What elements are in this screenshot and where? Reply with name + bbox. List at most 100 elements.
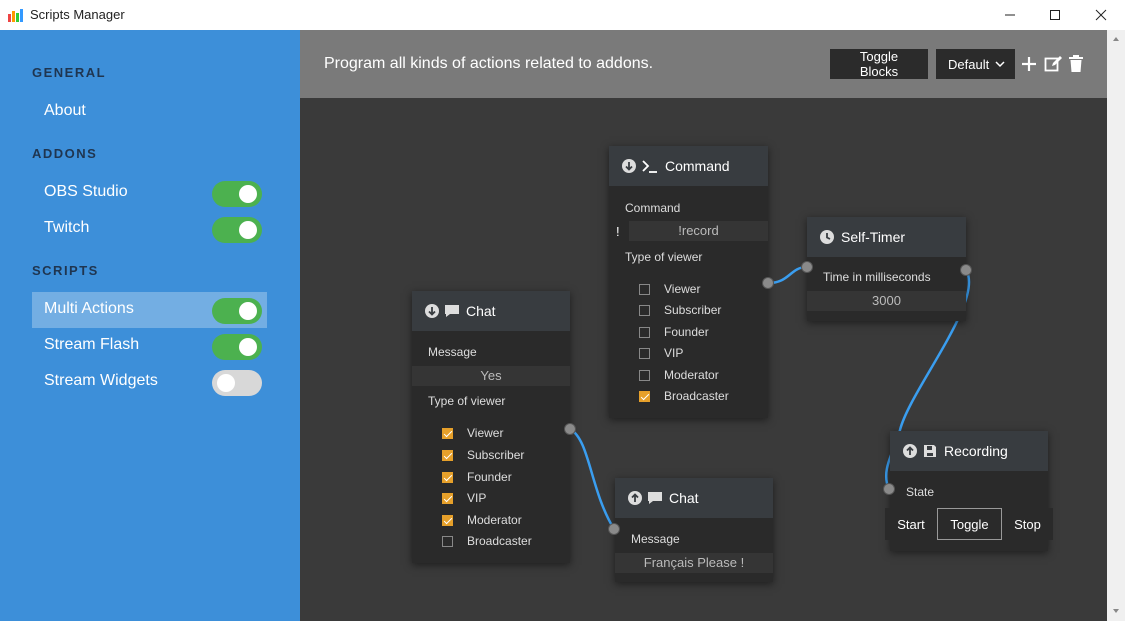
section-addons: ADDONS [32,146,98,161]
start-button[interactable]: Start [885,508,937,540]
sidebar: GENERAL About ADDONS OBS Studio Twitch S… [0,30,300,621]
minimize-button[interactable] [987,0,1033,30]
chat-icon [445,305,459,317]
checkbox[interactable] [639,370,650,381]
terminal-icon [642,160,657,173]
chat-action-input-port[interactable] [608,523,620,535]
plus-icon [1022,57,1036,71]
checkbox[interactable] [442,428,453,439]
node-header[interactable]: Self-Timer [807,217,966,257]
close-button[interactable] [1078,0,1124,30]
add-button[interactable] [1019,54,1039,74]
node-title: Chat [466,303,496,319]
node-title: Chat [669,490,699,506]
vertical-scrollbar[interactable] [1107,30,1125,621]
checkbox[interactable] [442,493,453,504]
recording-input-port[interactable] [883,483,895,495]
close-icon [1095,9,1107,21]
message-label: Message [428,345,477,359]
arrow-down-circle-icon [622,159,636,173]
arrow-down-circle-icon [425,304,439,318]
node-header[interactable]: Recording [890,431,1048,471]
section-general: GENERAL [32,65,107,80]
checkbox[interactable] [639,327,650,338]
chat-trigger-output-port[interactable] [564,423,576,435]
sidebar-item-twitch[interactable]: Twitch [32,211,267,247]
edit-icon [1044,56,1062,72]
timer-input[interactable]: 3000 [807,291,966,311]
chat-icon [648,492,662,504]
node-title: Command [665,158,730,174]
preset-select[interactable]: Default [936,49,1015,79]
sidebar-item-label: Multi Actions [44,300,134,317]
edit-button[interactable] [1043,54,1063,74]
checkbox[interactable] [442,515,453,526]
sidebar-item-stream-flash[interactable]: Stream Flash [32,328,267,364]
chat-action-node[interactable]: Chat Message Français Please ! [615,478,773,582]
arrow-up-circle-icon [903,444,917,458]
sidebar-item-label: Twitch [44,219,90,236]
arrow-up-circle-icon [628,491,642,505]
timer-input-port[interactable] [801,261,813,273]
timer-output-port[interactable] [960,264,972,276]
node-header[interactable]: Chat [412,291,570,331]
state-label: State [906,485,935,499]
viewer-type-label: Type of viewer [625,250,703,264]
maximize-button[interactable] [1032,0,1078,30]
command-input[interactable]: !record [629,221,768,241]
obs-toggle[interactable] [212,181,262,207]
window-title: Scripts Manager [30,7,125,22]
sidebar-item-multi-actions[interactable]: Multi Actions [32,292,267,328]
minimize-icon [1005,14,1015,16]
preset-value: Default [948,56,990,72]
checkbox[interactable] [442,450,453,461]
chevron-down-icon [995,61,1005,68]
message-input[interactable]: Yes [412,366,570,386]
self-timer-node[interactable]: Self-Timer Time in milliseconds 3000 [807,217,966,321]
stream-widgets-toggle[interactable] [212,370,262,396]
sidebar-item-stream-widgets[interactable]: Stream Widgets [32,364,267,400]
save-icon [924,445,936,457]
command-output-port[interactable] [762,277,774,289]
message-input[interactable]: Français Please ! [615,553,773,573]
twitch-toggle[interactable] [212,217,262,243]
checkbox[interactable] [639,348,650,359]
node-title: Recording [944,443,1008,459]
section-scripts: SCRIPTS [32,263,99,278]
node-title: Self-Timer [841,229,906,245]
sidebar-item-label: Stream Widgets [44,372,158,389]
stream-flash-toggle[interactable] [212,334,262,360]
checkbox[interactable] [442,472,453,483]
timer-label: Time in milliseconds [823,270,931,284]
checkbox[interactable] [639,391,650,402]
sidebar-item-about[interactable]: About [32,94,267,130]
viewer-type-label: Type of viewer [428,394,506,408]
stop-button[interactable]: Stop [1002,508,1053,540]
tagline: Program all kinds of actions related to … [324,55,654,72]
command-label: Command [625,201,681,215]
app-icon [8,9,23,22]
multi-actions-toggle[interactable] [212,298,262,324]
checkbox[interactable] [639,284,650,295]
command-prefix: ! [616,224,620,239]
sidebar-item-label: Stream Flash [44,336,140,353]
chat-trigger-node[interactable]: Chat Message Yes Type of viewer Viewer S… [412,291,570,563]
checkbox[interactable] [442,536,453,547]
toolbar: Program all kinds of actions related to … [300,30,1107,98]
scroll-up-icon[interactable] [1111,34,1121,44]
maximize-icon [1050,10,1060,20]
node-header[interactable]: Command [609,146,768,186]
title-bar: Scripts Manager [0,0,1125,30]
command-node[interactable]: Command Command ! !record Type of viewer… [609,146,768,418]
sidebar-item-label: About [44,102,86,119]
sidebar-item-obs[interactable]: OBS Studio [32,175,267,211]
toggle-button[interactable]: Toggle [937,508,1002,540]
checkbox[interactable] [639,305,650,316]
node-header[interactable]: Chat [615,478,773,518]
message-label: Message [631,532,680,546]
toggle-blocks-button[interactable]: Toggle Blocks [830,49,928,79]
scroll-down-icon[interactable] [1111,606,1121,616]
trash-icon [1069,55,1083,72]
delete-button[interactable] [1066,54,1086,74]
sidebar-item-label: OBS Studio [44,183,128,200]
